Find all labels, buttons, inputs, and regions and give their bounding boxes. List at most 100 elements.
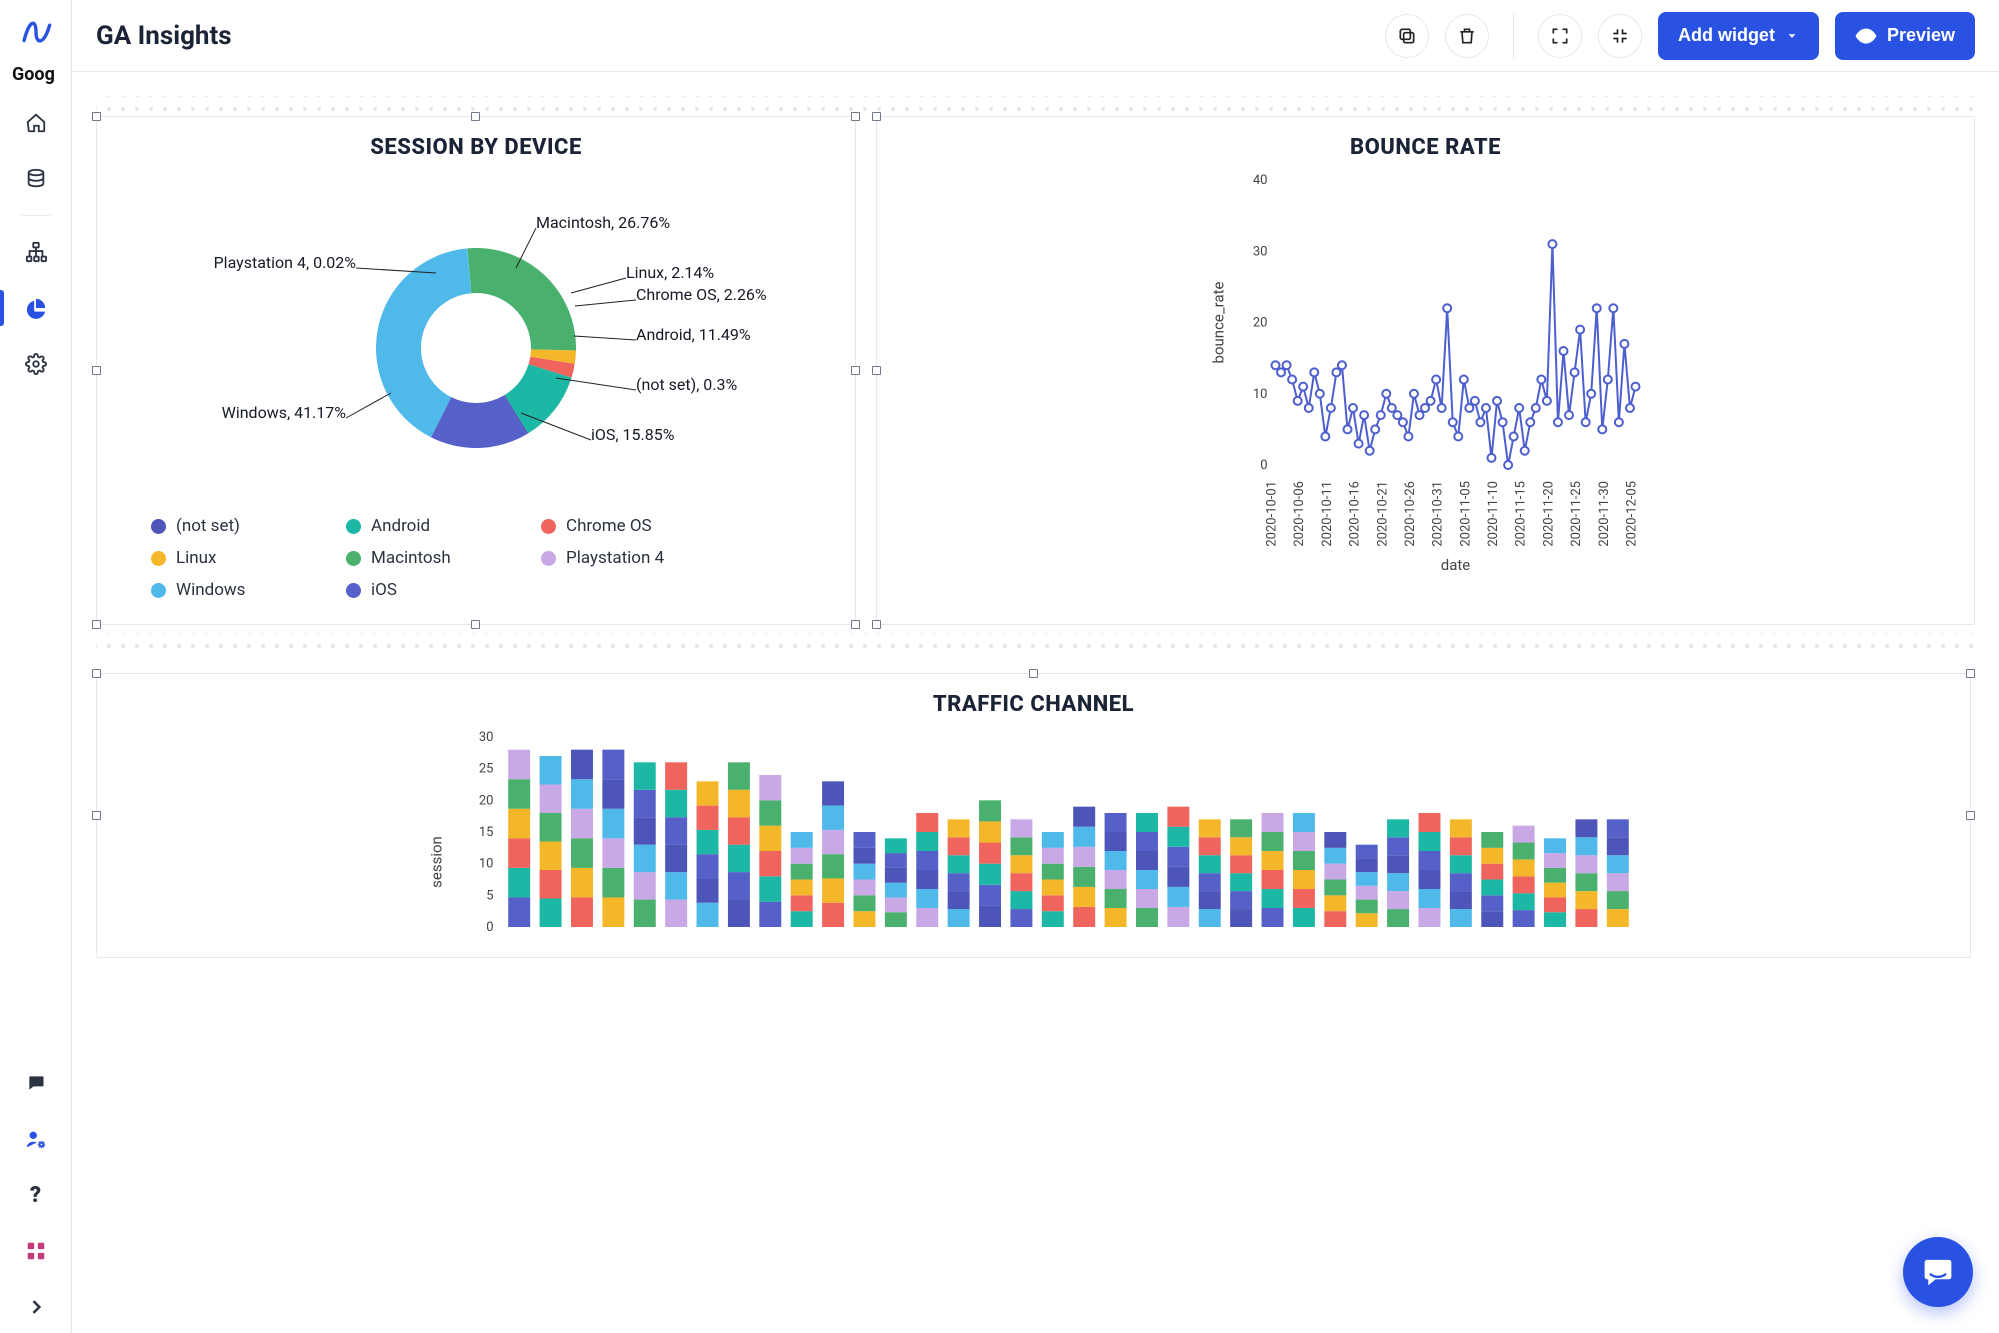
svg-text:Android, 11.49%: Android, 11.49%	[636, 325, 751, 344]
resize-handle[interactable]	[1029, 669, 1038, 678]
widget-title: SESSION BY DEVICE	[121, 135, 831, 160]
legend-item[interactable]: Android	[346, 516, 501, 536]
eye-icon	[1855, 25, 1877, 47]
resize-handle[interactable]	[471, 620, 480, 629]
nav-dashboards[interactable]	[0, 282, 72, 334]
nav-home[interactable]	[0, 97, 72, 149]
resize-handle[interactable]	[851, 112, 860, 121]
legend-swatch	[151, 551, 166, 566]
resize-handle[interactable]	[872, 366, 881, 375]
nav-help[interactable]: ?	[0, 1169, 72, 1221]
svg-text:2020-11-25: 2020-11-25	[1569, 481, 1584, 547]
resize-handle[interactable]	[92, 620, 101, 629]
legend-item[interactable]: iOS	[346, 580, 501, 600]
intercom-launcher[interactable]	[1903, 1237, 1973, 1307]
resize-handle[interactable]	[872, 620, 881, 629]
home-icon	[25, 112, 47, 134]
minimize-icon	[1610, 26, 1630, 46]
trash-icon	[1457, 26, 1477, 46]
widget-bounce-rate[interactable]: BOUNCE RATE 010203040bounce_rate2020-10-…	[876, 116, 1975, 625]
nav-settings[interactable]	[0, 338, 72, 390]
resize-handle[interactable]	[92, 112, 101, 121]
resize-handle[interactable]	[1966, 811, 1975, 820]
svg-text:40: 40	[1253, 173, 1268, 188]
line-chart: 010203040bounce_rate2020-10-012020-10-06…	[901, 160, 1950, 580]
resize-handle[interactable]	[471, 112, 480, 121]
svg-text:2020-11-05: 2020-11-05	[1458, 481, 1473, 547]
duplicate-button[interactable]	[1385, 14, 1429, 58]
widget-title: TRAFFIC CHANNEL	[121, 692, 1946, 717]
legend-label: Playstation 4	[566, 548, 664, 568]
resize-handle[interactable]	[92, 366, 101, 375]
legend-label: Chrome OS	[566, 516, 652, 536]
legend-item[interactable]: Chrome OS	[541, 516, 696, 536]
svg-text:5: 5	[486, 888, 493, 903]
svg-text:2020-11-15: 2020-11-15	[1514, 481, 1529, 547]
nav-feedback[interactable]	[0, 1057, 72, 1109]
collapse-button[interactable]	[1598, 14, 1642, 58]
nav-account[interactable]	[0, 1113, 72, 1165]
resize-handle[interactable]	[851, 366, 860, 375]
legend-label: (not set)	[176, 516, 240, 536]
legend-item[interactable]: Windows	[151, 580, 306, 600]
svg-text:2020-11-10: 2020-11-10	[1486, 481, 1501, 547]
workspace-name[interactable]: Goog	[0, 64, 55, 85]
sitemap-icon	[25, 241, 47, 263]
svg-text:25: 25	[479, 762, 494, 777]
svg-text:2020-11-20: 2020-11-20	[1541, 481, 1556, 547]
preview-button[interactable]: Preview	[1835, 12, 1975, 60]
resize-handle[interactable]	[851, 620, 860, 629]
resize-handle[interactable]	[1966, 669, 1975, 678]
legend-swatch	[151, 583, 166, 598]
database-icon	[25, 168, 47, 190]
legend-item[interactable]: (not set)	[151, 516, 306, 536]
resize-handle[interactable]	[92, 811, 101, 820]
grid-dots	[96, 96, 1975, 116]
legend-swatch	[346, 551, 361, 566]
resize-handle[interactable]	[872, 112, 881, 121]
nav-schema[interactable]	[0, 226, 72, 278]
topbar: GA Insights Add widget Preview	[72, 0, 1999, 72]
legend-swatch	[541, 551, 556, 566]
donut-chart: Macintosh, 26.76%Linux, 2.14%Chrome OS, …	[121, 160, 831, 508]
chevron-right-icon	[26, 1297, 46, 1317]
dashboard-canvas[interactable]: SESSION BY DEVICE Macintosh, 26.76% Linux…	[72, 72, 1999, 1333]
svg-text:0: 0	[1260, 458, 1267, 473]
nav-divider	[22, 215, 50, 216]
legend-swatch	[541, 519, 556, 534]
svg-text:2020-11-30: 2020-11-30	[1597, 481, 1612, 547]
svg-text:2020-12-05: 2020-12-05	[1625, 481, 1640, 547]
widget-traffic-channel[interactable]: TRAFFIC CHANNEL 051015202530session	[96, 673, 1971, 958]
nav-database[interactable]	[0, 153, 72, 205]
donut-legend: (not set) Android Chrome OS Linux Macintosh P…	[121, 508, 831, 608]
add-widget-label: Add widget	[1678, 25, 1775, 46]
widget-title: BOUNCE RATE	[901, 135, 1950, 160]
svg-text:2020-10-01: 2020-10-01	[1265, 481, 1280, 547]
widget-session-by-device[interactable]: SESSION BY DEVICE Macintosh, 26.76% Linux…	[96, 116, 856, 625]
nav-expand[interactable]	[0, 1281, 72, 1333]
resize-handle[interactable]	[92, 669, 101, 678]
app-logo[interactable]	[16, 12, 56, 52]
svg-text:20: 20	[1253, 316, 1268, 331]
delete-button[interactable]	[1445, 14, 1489, 58]
expand-button[interactable]	[1538, 14, 1582, 58]
svg-text:2020-10-11: 2020-10-11	[1320, 481, 1335, 547]
svg-text:2020-10-21: 2020-10-21	[1375, 481, 1390, 547]
svg-text:Macintosh, 26.76%: Macintosh, 26.76%	[536, 213, 670, 232]
svg-text:bounce_rate: bounce_rate	[1210, 282, 1228, 364]
gear-icon	[25, 353, 47, 375]
copy-icon	[1397, 26, 1417, 46]
legend-item[interactable]: Macintosh	[346, 548, 501, 568]
svg-text:Linux, 2.14%: Linux, 2.14%	[626, 263, 714, 282]
svg-text:Windows, 41.17%: Windows, 41.17%	[222, 403, 347, 422]
chat-bubble-icon	[1921, 1255, 1955, 1289]
legend-item[interactable]: Linux	[151, 548, 306, 568]
user-cog-icon	[25, 1128, 47, 1150]
add-widget-button[interactable]: Add widget	[1658, 12, 1819, 60]
page-title: GA Insights	[96, 21, 232, 51]
legend-label: iOS	[371, 580, 397, 600]
svg-text:20: 20	[479, 793, 494, 808]
pie-chart-icon	[25, 297, 47, 319]
legend-item[interactable]: Playstation 4	[541, 548, 696, 568]
nav-apps[interactable]	[0, 1225, 72, 1277]
